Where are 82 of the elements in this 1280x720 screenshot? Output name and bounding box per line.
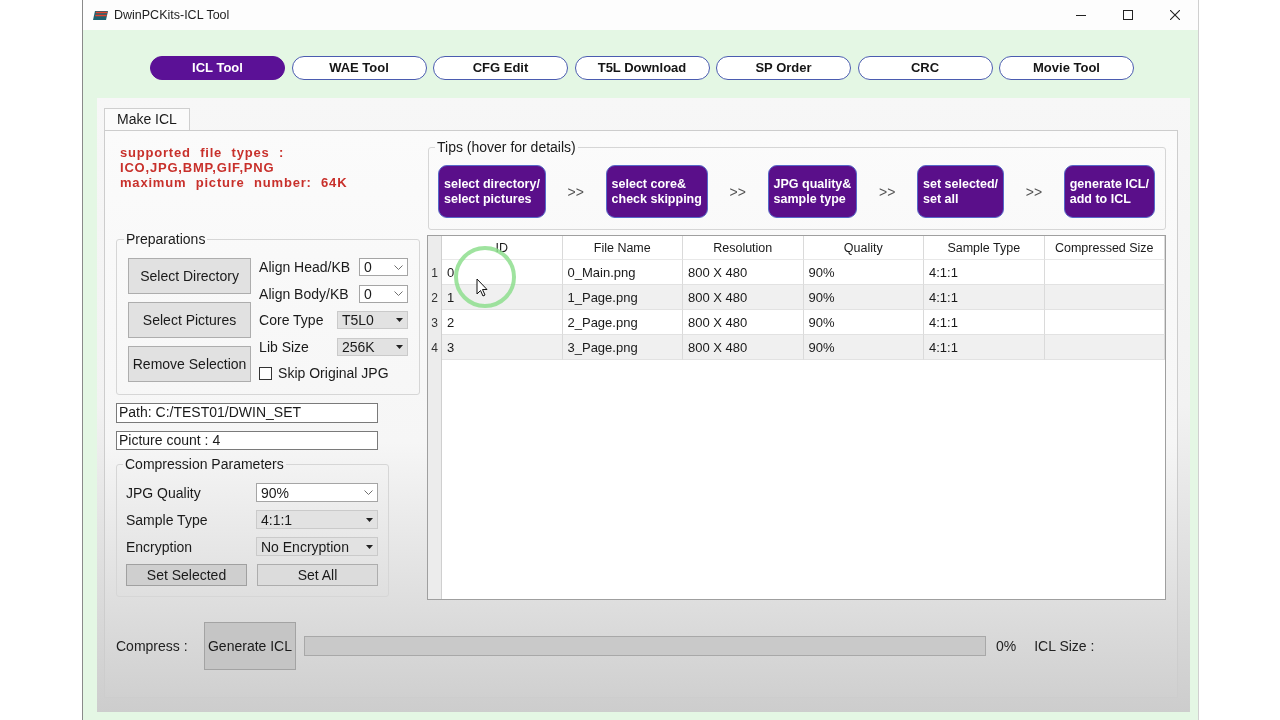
chevron-down-icon [364, 490, 373, 495]
caret-down-icon [396, 344, 403, 349]
chevron-down-icon [394, 291, 403, 296]
dropdown[interactable]: 0 [359, 258, 408, 276]
supported-formats-note: supported file types : ICO,JPG,BMP,GIF,PNG maximum picture number: 64K [119, 145, 348, 190]
table-cell: 3 [442, 335, 563, 360]
text-field[interactable]: Path: C:/TEST01/DWIN_SET [116, 403, 378, 423]
caret-down-icon [396, 318, 403, 322]
dropdown[interactable]: No Encryption [256, 537, 378, 556]
table-cell: 3_Page.png [562, 335, 683, 360]
dropdown[interactable]: T5L0 [337, 311, 408, 329]
step-separator: >> [729, 183, 746, 200]
dropdown[interactable]: 0 [359, 284, 408, 303]
page-tab[interactable]: Make ICL [104, 108, 190, 130]
step-separator: >> [567, 183, 584, 200]
minimize-icon[interactable] [1075, 14, 1086, 16]
tool-tab[interactable]: T5L Download [574, 56, 710, 80]
option-label: Align Body/KB [259, 285, 349, 302]
row-number: 1 [428, 260, 442, 285]
column-header: File Name [562, 236, 683, 260]
row-number: 4 [428, 335, 442, 360]
table-cell: 800 X 480 [683, 335, 804, 360]
action-button[interactable]: Select Pictures [128, 302, 252, 338]
group-title: Tips (hover for details) [436, 140, 577, 155]
option-label: Align Head/KB [259, 259, 351, 275]
caret-down-icon [366, 544, 373, 549]
tool-tab[interactable]: ICL Tool [150, 56, 285, 80]
action-button[interactable]: Select Directory [128, 258, 252, 294]
dropdown[interactable]: 4:1:1 [256, 510, 378, 529]
table-cell: 4:1:1 [924, 335, 1045, 360]
step-button[interactable]: select directory/ select pictures [438, 165, 546, 218]
option-label: Sample Type [126, 511, 208, 528]
compress-label: Compress : [116, 638, 189, 654]
step-button[interactable]: generate ICL/ add to ICL [1063, 165, 1155, 218]
column-header: Compressed Size [1044, 236, 1165, 260]
mouse-cursor-icon [476, 278, 488, 297]
column-header: Resolution [683, 236, 804, 260]
tool-tab[interactable]: CRC [857, 56, 993, 80]
table-cell: 4:1:1 [924, 285, 1045, 310]
row-number: 3 [428, 310, 442, 335]
table-cell: 90% [803, 285, 924, 310]
close-icon[interactable] [1169, 10, 1180, 20]
table-cell: 90% [803, 335, 924, 360]
dropdown[interactable]: 256K [337, 337, 408, 356]
table-cell: 1_Page.png [562, 285, 683, 310]
tool-tab[interactable]: WAE Tool [291, 56, 427, 80]
option-label: JPG Quality [126, 484, 201, 501]
dropdown[interactable]: 90% [256, 483, 378, 502]
column-header: ID [442, 236, 563, 260]
tool-tab[interactable]: SP Order [716, 56, 851, 80]
option-label: Encryption [126, 538, 193, 555]
action-button[interactable]: Set Selected [126, 564, 247, 586]
action-button[interactable]: Set All [257, 564, 378, 586]
step-separator: >> [1025, 183, 1043, 200]
generate-button[interactable]: Generate ICL [204, 622, 296, 670]
maximize-icon[interactable] [1122, 10, 1133, 20]
window-title: DwinPCKits-ICL Tool [114, 8, 230, 22]
tool-tab[interactable]: Movie Tool [999, 56, 1134, 80]
size-label: ICL Size : [1034, 638, 1095, 654]
caret-down-icon [366, 517, 373, 522]
checkbox-label: Skip Original JPG [278, 365, 389, 381]
checkbox[interactable] [259, 366, 273, 380]
step-button[interactable]: JPG quality& sample type [767, 165, 858, 218]
chevron-down-icon [394, 264, 403, 270]
tool-tab[interactable]: CFG Edit [433, 56, 568, 80]
step-separator: >> [879, 183, 896, 200]
option-label: Core Type [259, 312, 324, 328]
app-logo-icon [93, 10, 108, 20]
table-cell: 800 X 480 [683, 285, 804, 310]
option-label: Lib Size [259, 338, 309, 355]
text-field[interactable]: Picture count : 4 [116, 430, 378, 450]
progress-percent: 0% [996, 638, 1017, 654]
group-title: Preparations [125, 232, 207, 247]
row-number: 2 [428, 285, 442, 310]
column-header: Sample Type [924, 236, 1045, 260]
click-highlight-icon [453, 243, 517, 311]
step-button[interactable]: select core& check skipping [605, 165, 708, 218]
table-corner [428, 236, 442, 260]
column-header: Quality [803, 236, 924, 260]
step-button[interactable]: set selected/ set all [917, 165, 1005, 218]
group-title: Compression Parameters [124, 457, 285, 472]
action-button[interactable]: Remove Selection [128, 346, 252, 382]
